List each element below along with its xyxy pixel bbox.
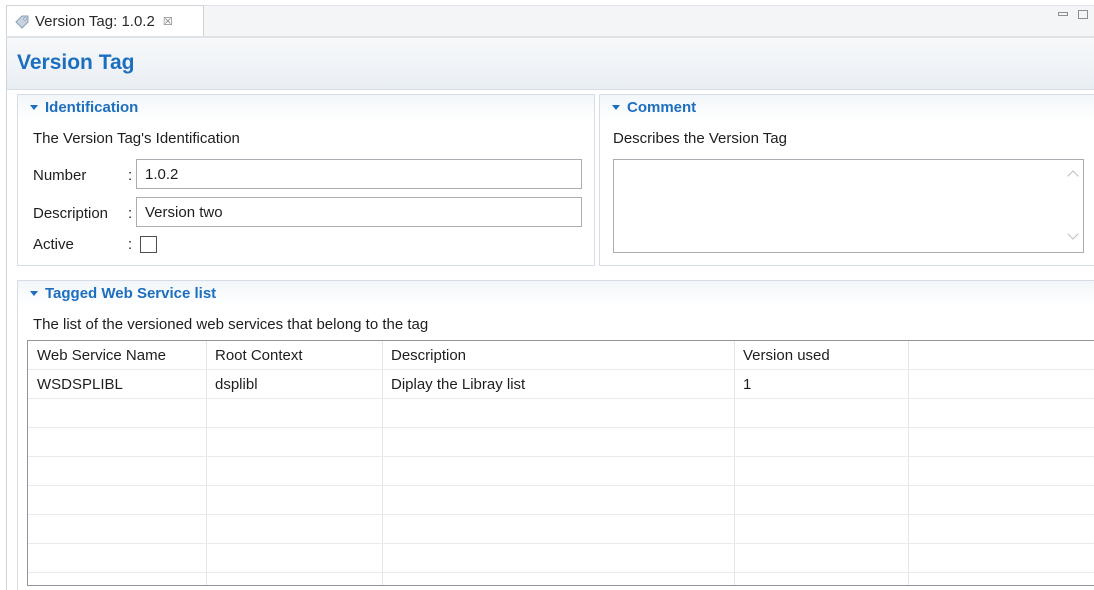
table-row[interactable]: WSDSPLIBL dsplibl Diplay the Libray list… <box>28 370 1094 399</box>
empty-table-row <box>28 399 1094 428</box>
identification-section: Identification The Version Tag's Identif… <box>17 94 595 266</box>
active-label: Active <box>33 236 74 253</box>
column-header-root-context[interactable]: Root Context <box>206 341 382 370</box>
close-icon[interactable]: ☒ <box>163 15 173 28</box>
table-cell: WSDSPLIBL <box>37 376 123 393</box>
table-cell: Diplay the Libray list <box>391 376 526 393</box>
empty-table-row <box>28 515 1094 544</box>
section-header: Tagged Web Service list <box>18 281 1094 307</box>
description-label: Description <box>33 205 109 222</box>
column-header-description[interactable]: Description <box>382 341 734 370</box>
section-title: Comment <box>627 99 697 116</box>
comment-textarea[interactable] <box>613 159 1084 253</box>
expand-twisty-icon <box>30 105 38 110</box>
window-controls <box>1058 10 1088 19</box>
section-description: The Version Tag's Identification <box>33 130 240 147</box>
tagged-list-section-toggle[interactable]: Tagged Web Service list <box>30 285 216 302</box>
active-checkbox[interactable] <box>140 236 157 253</box>
table-cell: 1 <box>743 376 752 393</box>
comment-text <box>614 160 1083 168</box>
table-header-row: Web Service Name Root Context Descriptio… <box>28 341 1094 370</box>
tab-strip-background <box>204 5 1094 37</box>
column-header-version-used[interactable]: Version used <box>734 341 908 370</box>
section-description: The list of the versioned web services t… <box>33 316 429 333</box>
version-tag-editor: Version Tag Identification The Version T… <box>6 38 1094 590</box>
comment-section-toggle[interactable]: Comment <box>612 99 696 116</box>
page-title: Version Tag <box>17 51 135 74</box>
colon: : <box>128 236 133 253</box>
minimize-icon[interactable] <box>1058 12 1068 16</box>
expand-twisty-icon <box>30 291 38 296</box>
scroll-up-icon[interactable] <box>1067 170 1079 182</box>
description-field[interactable]: Version two <box>136 197 582 227</box>
empty-table-row <box>28 457 1094 486</box>
web-service-table[interactable]: Web Service Name Root Context Descriptio… <box>27 340 1094 586</box>
section-title: Tagged Web Service list <box>45 285 217 302</box>
column-header-web-service-name[interactable]: Web Service Name <box>28 341 206 370</box>
empty-table-row <box>28 486 1094 515</box>
tab-label: Version Tag: 1.0.2 <box>35 13 155 30</box>
tab-version-tag[interactable]: Version Tag: 1.0.2 ☒ <box>6 5 204 37</box>
empty-table-row <box>28 428 1094 457</box>
colon: : <box>128 167 133 184</box>
expand-twisty-icon <box>612 105 620 110</box>
editor-tab-bar: Version Tag: 1.0.2 ☒ <box>0 0 1094 38</box>
colon: : <box>128 205 133 222</box>
empty-table-row <box>28 544 1094 573</box>
comment-section: Comment Describes the Version Tag <box>599 94 1094 266</box>
comment-scrollbar[interactable] <box>1065 160 1083 252</box>
number-field[interactable]: 1.0.2 <box>136 159 582 189</box>
scroll-down-icon[interactable] <box>1067 228 1079 240</box>
number-label: Number <box>33 167 87 184</box>
form-header: Version Tag <box>7 38 1094 90</box>
section-header: Comment <box>600 95 1094 121</box>
maximize-icon[interactable] <box>1078 10 1088 19</box>
section-title: Identification <box>45 99 139 116</box>
identification-section-toggle[interactable]: Identification <box>30 99 138 116</box>
section-header: Identification <box>18 95 594 121</box>
tag-icon <box>15 15 29 29</box>
table-cell: dsplibl <box>215 376 258 393</box>
section-description: Describes the Version Tag <box>613 130 787 147</box>
